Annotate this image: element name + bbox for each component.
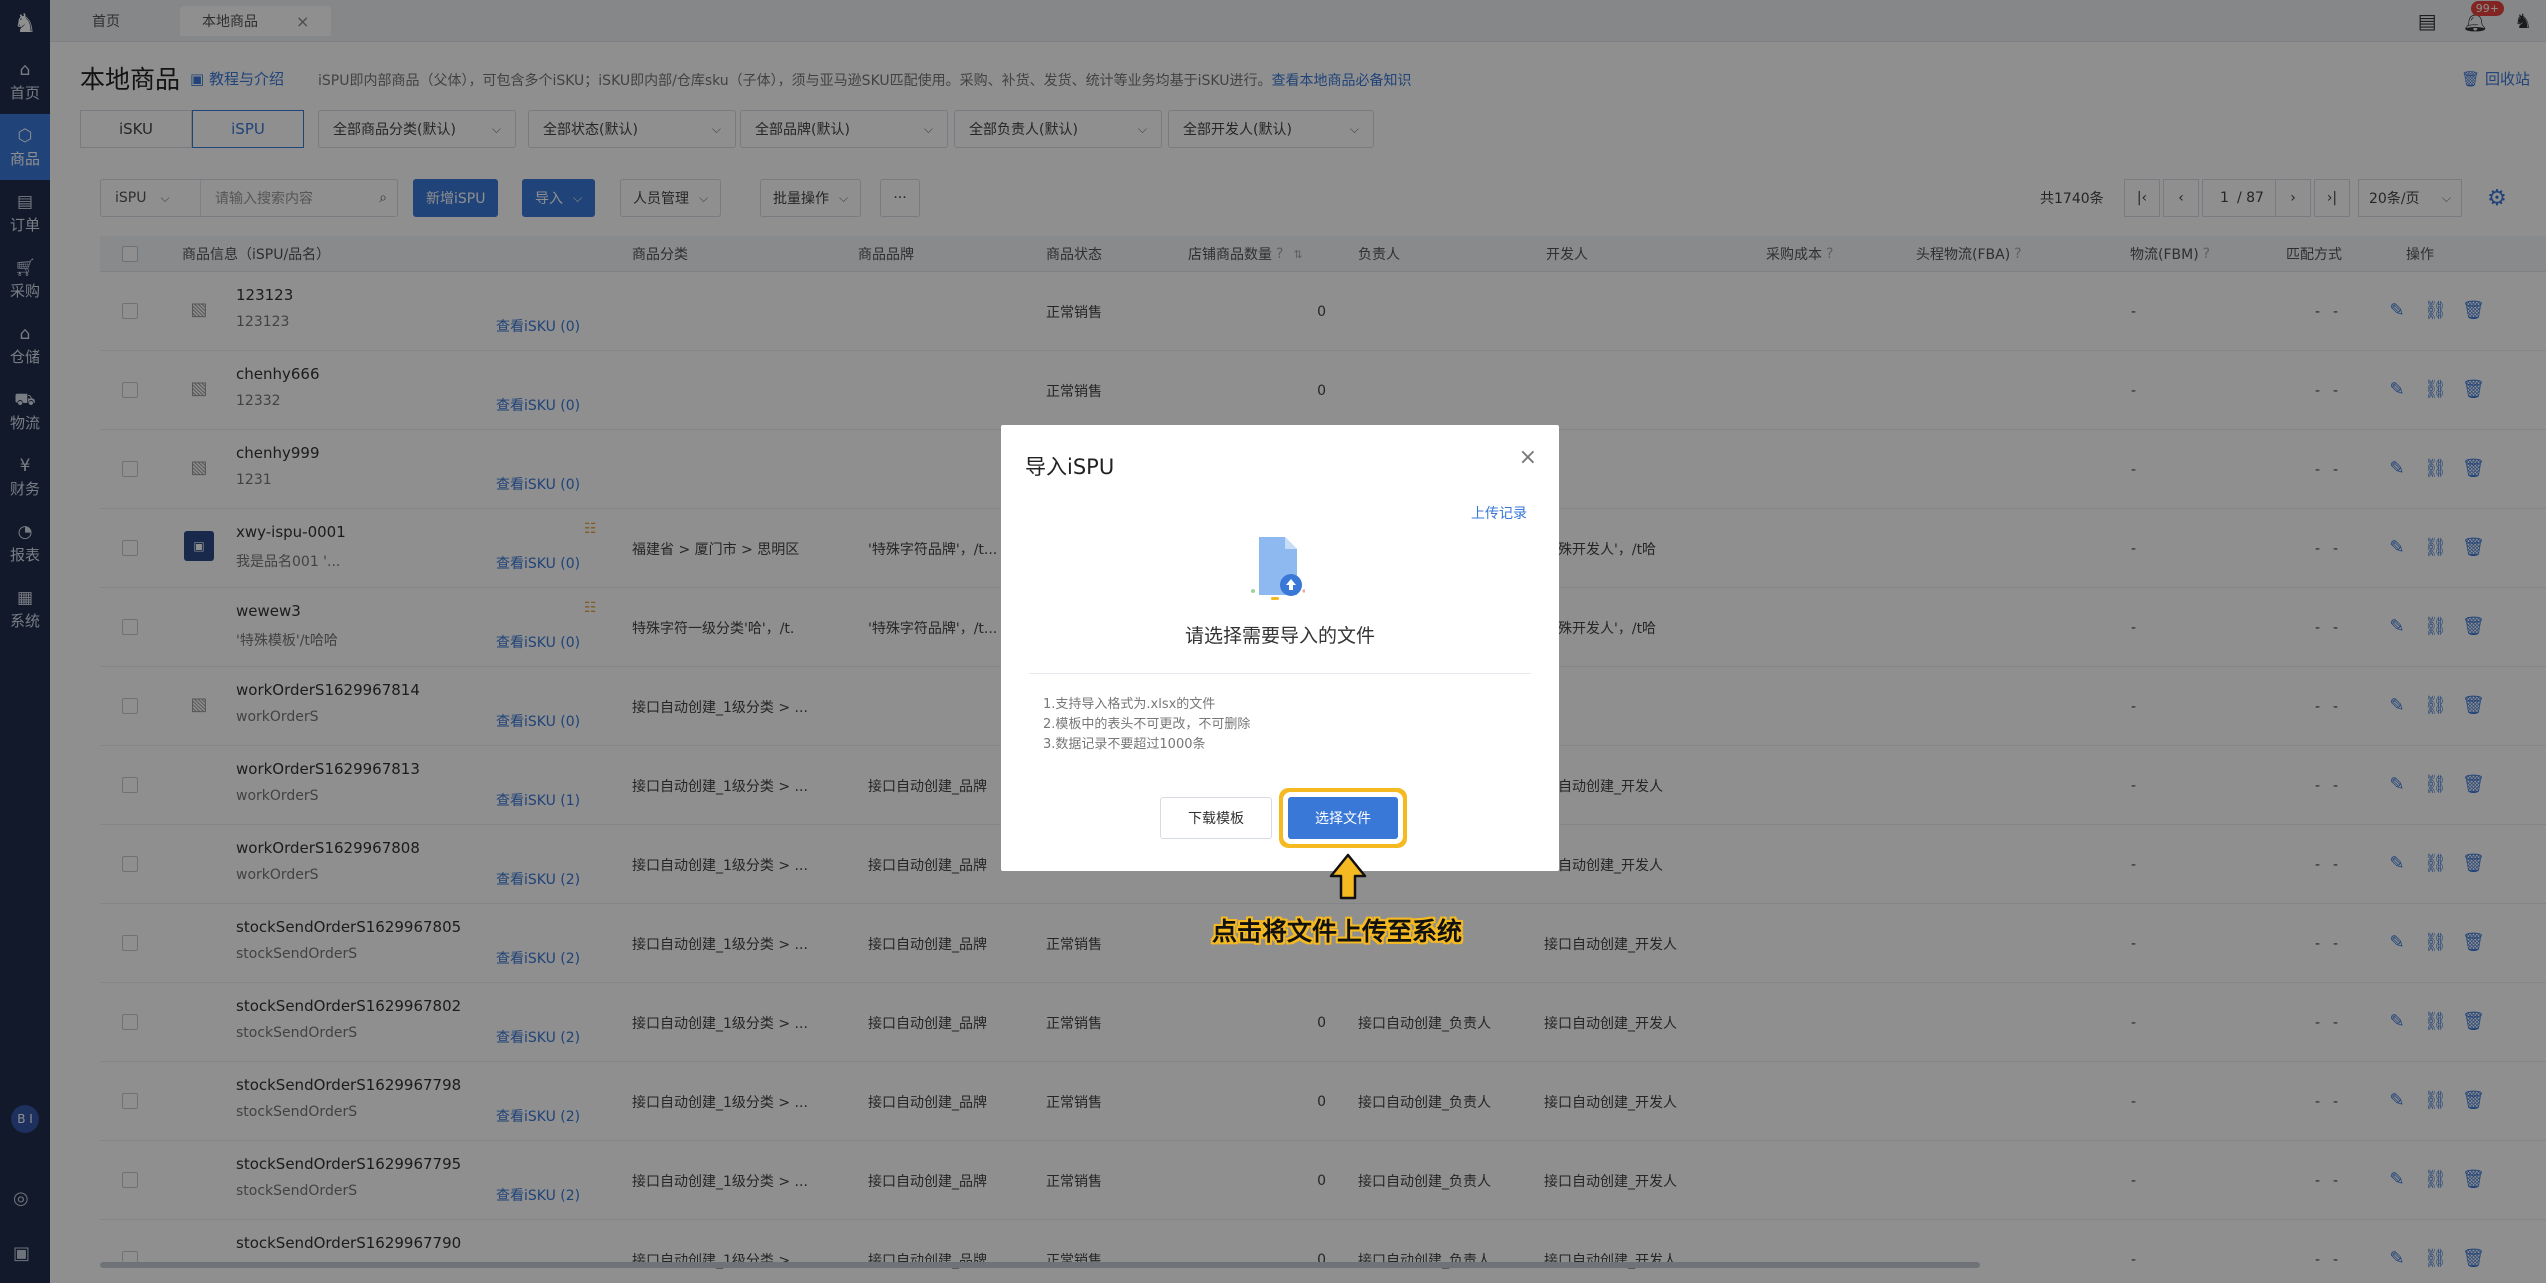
arrow-up-icon xyxy=(1329,853,1367,900)
app: ♞ ⌂ 首页 ⬡ 商品 ▤ 订单 🛒︎ 采购 ⌂ 仓储 ⛟ 物流 ¥ 财务 ◔ 报表 ▦ 系统 B I ◎ ▣ 首… xyxy=(0,0,2546,1283)
download-template-button[interactable]: 下载模板 xyxy=(1160,797,1272,839)
note-item: 2.模板中的表头不可更改，不可删除 xyxy=(1043,717,1251,732)
close-icon[interactable]: × xyxy=(1519,445,1537,470)
modal-title: 导入iSPU xyxy=(1025,455,1115,479)
callout-label: 点击将文件上传至系统 xyxy=(1212,917,1463,946)
upload-notes: 1.支持导入格式为.xlsx的文件 2.模板中的表头不可更改，不可删除 3.数据… xyxy=(1043,695,1250,755)
file-upload-icon xyxy=(1251,537,1305,600)
upload-prompt: 请选择需要导入的文件 xyxy=(1184,625,1375,647)
choose-file-button[interactable]: 选择文件 xyxy=(1288,797,1398,839)
note-item: 1.支持导入格式为.xlsx的文件 xyxy=(1043,697,1216,712)
upload-history-link[interactable]: 上传记录 xyxy=(1471,503,1527,523)
note-item: 3.数据记录不要超过1000条 xyxy=(1043,737,1206,752)
divider xyxy=(1029,673,1531,674)
import-ispu-modal: 导入iSPU × 上传记录 请选择需要导入的文件 1.支持导入格式为.xlsx的… xyxy=(1001,425,1559,871)
